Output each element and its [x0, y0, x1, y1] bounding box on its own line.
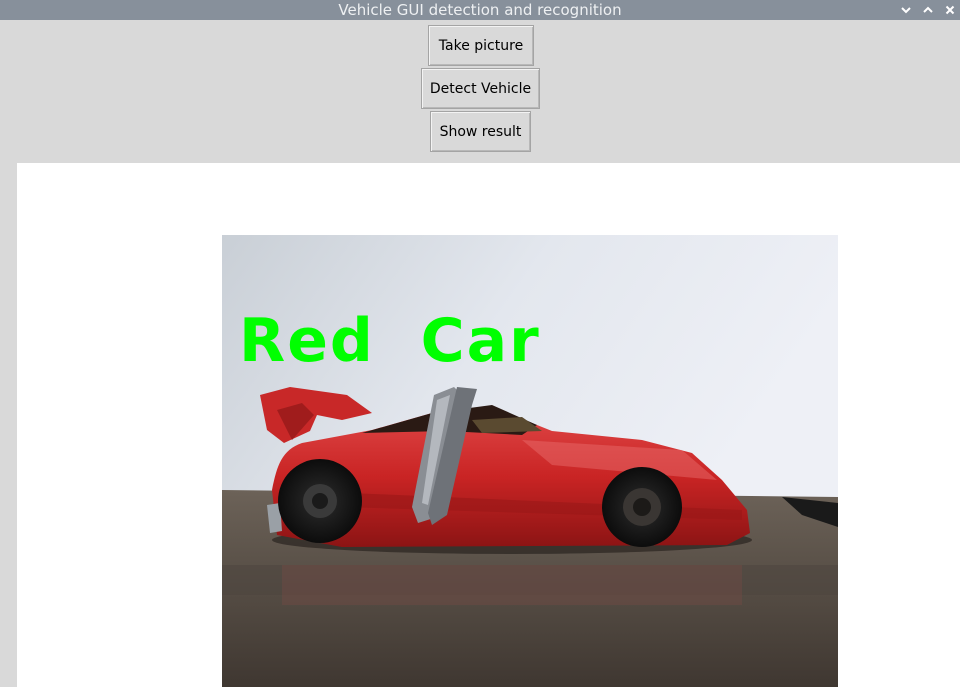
- window-controls: [898, 0, 958, 20]
- title-bar[interactable]: Vehicle GUI detection and recognition: [0, 0, 960, 20]
- window-title: Vehicle GUI detection and recognition: [338, 1, 622, 19]
- close-icon[interactable]: [942, 2, 958, 18]
- chevron-up-icon[interactable]: [920, 2, 936, 18]
- result-canvas: Red Car: [17, 163, 960, 687]
- detection-result-label: Red Car: [239, 306, 541, 376]
- take-picture-button[interactable]: Take picture: [428, 25, 534, 66]
- vehicle-photo: Red Car: [222, 235, 838, 687]
- chevron-down-icon[interactable]: [898, 2, 914, 18]
- red-car-photo-image: [222, 235, 838, 687]
- detect-vehicle-button[interactable]: Detect Vehicle: [421, 68, 540, 109]
- show-result-button[interactable]: Show result: [430, 111, 531, 152]
